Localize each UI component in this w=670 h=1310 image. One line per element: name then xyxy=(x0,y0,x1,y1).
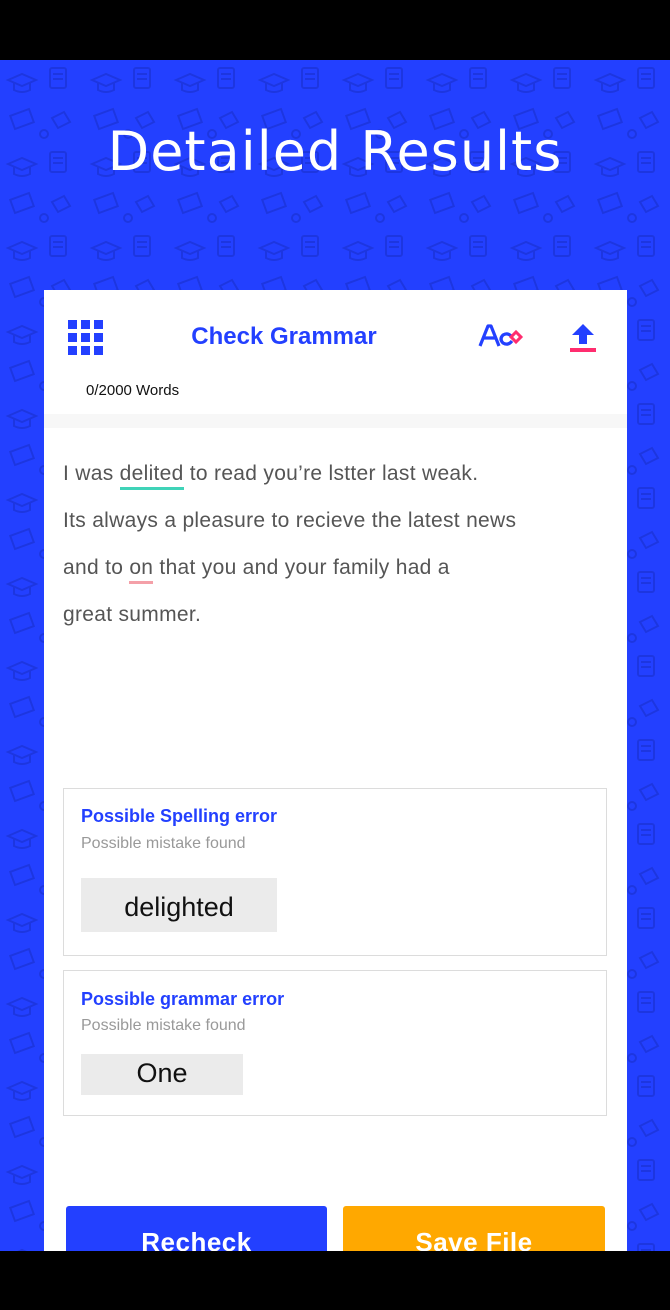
text-segment: that you and your family had a xyxy=(153,556,450,579)
text-line: great summer. xyxy=(63,603,202,626)
result-title: Possible grammar error xyxy=(81,989,285,1009)
top-status-bar xyxy=(0,0,670,60)
suggestion-chip[interactable]: delighted xyxy=(81,878,277,932)
word-count: 0/2000 Words xyxy=(86,382,180,399)
recheck-button[interactable]: Recheck xyxy=(66,1206,327,1251)
hero-background: Detailed Results Check Grammar 0/2000 Wo… xyxy=(0,60,670,1251)
text-segment: and to xyxy=(63,556,130,579)
text-segment: to read you’re lstter last weak. xyxy=(183,462,479,485)
result-title: Possible Spelling error xyxy=(81,806,278,826)
grammar-result-card: Possible grammar error Possible mistake … xyxy=(63,970,607,1116)
page-title: Detailed Results xyxy=(107,120,563,183)
result-subtitle: Possible mistake found xyxy=(81,1017,246,1034)
bottom-navigation-bar xyxy=(0,1251,670,1310)
text-line: I was delited to read you’re lstter last… xyxy=(63,450,613,497)
header-divider xyxy=(44,414,627,428)
grammar-card: Check Grammar 0/2000 Words I was delited… xyxy=(44,290,627,1251)
upload-icon[interactable] xyxy=(569,322,597,354)
result-subtitle: Possible mistake found xyxy=(81,835,246,852)
grid-menu-icon[interactable] xyxy=(68,320,104,356)
suggestion-chip[interactable]: One xyxy=(81,1054,243,1095)
document-text[interactable]: I was delited to read you’re lstter last… xyxy=(63,450,613,638)
save-file-button[interactable]: Save File xyxy=(343,1206,605,1251)
text-line: Its always a pleasure to recieve the lat… xyxy=(63,509,517,532)
text-segment: I was xyxy=(63,462,120,485)
app-title: Check Grammar xyxy=(191,323,377,350)
text-line: and to on that you and your family had a xyxy=(63,544,613,591)
spell-check-icon[interactable] xyxy=(478,324,526,350)
grammar-error-word[interactable]: on xyxy=(129,556,154,584)
spelling-error-word[interactable]: delited xyxy=(119,462,184,490)
spelling-result-card: Possible Spelling error Possible mistake… xyxy=(63,788,607,956)
